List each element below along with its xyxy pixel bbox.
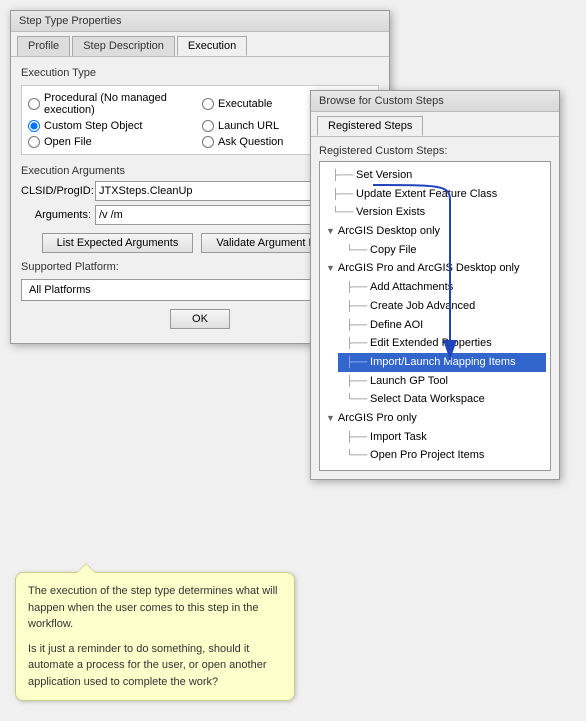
tooltip-text2: Is it just a reminder to do something, s… (28, 641, 282, 691)
group-arcgis-pro-only-label: ArcGIS Pro only (338, 409, 417, 428)
radio-open-file-label: Open File (44, 136, 92, 148)
browse-tab-bar: Registered Steps (311, 112, 559, 137)
radio-executable-label: Executable (218, 98, 272, 110)
tree-item-open-pro[interactable]: └── Open Pro Project Items (338, 446, 546, 465)
tree-item-import-launch[interactable]: ├── Import/Launch Mapping Items (338, 353, 546, 372)
tree-item-add-attachments[interactable]: ├── Add Attachments (338, 278, 546, 297)
browse-dialog: Browse for Custom Steps Registered Steps… (310, 90, 560, 480)
group-arcgis-pro-desktop[interactable]: ▼ ArcGIS Pro and ArcGIS Desktop only (324, 259, 546, 278)
execution-type-label: Execution Type (21, 67, 379, 79)
tree-item-create-job[interactable]: ├── Create Job Advanced (338, 297, 546, 316)
tab-execution[interactable]: Execution (177, 36, 247, 56)
tree-children-pro-desktop: ├── Add Attachments ├── Create Job Advan… (324, 278, 546, 409)
tree-children-desktop: └── Copy File (324, 241, 546, 260)
radio-custom-step[interactable]: Custom Step Object (28, 120, 198, 132)
radio-procedural[interactable]: Procedural (No managed execution) (28, 92, 198, 116)
browse-dialog-title: Browse for Custom Steps (311, 91, 559, 112)
tab-bar: Profile Step Description Execution (11, 32, 389, 57)
tree-children-pro-only: ├── Import Task └── Open Pro Project Ite… (324, 428, 546, 465)
arguments-field-label: Arguments: (21, 209, 91, 221)
browse-content: Registered Custom Steps: ├── Set Version… (311, 137, 559, 479)
radio-ask-question-label: Ask Question (218, 136, 283, 148)
group-arcgis-desktop-label: ArcGIS Desktop only (338, 222, 440, 241)
tab-step-description[interactable]: Step Description (72, 36, 175, 56)
radio-procedural-label: Procedural (No managed execution) (44, 92, 198, 116)
tooltip-text1: The execution of the step type determine… (28, 583, 282, 633)
group-arcgis-pro-desktop-label: ArcGIS Pro and ArcGIS Desktop only (338, 259, 520, 278)
group-arcgis-pro-only[interactable]: ▼ ArcGIS Pro only (324, 409, 546, 428)
registered-label: Registered Custom Steps: (319, 145, 551, 157)
tree-item-import-task[interactable]: ├── Import Task (338, 428, 546, 447)
radio-open-file[interactable]: Open File (28, 136, 198, 148)
clsid-label: CLSID/ProgID: (21, 185, 91, 197)
tree-item-edit-extended[interactable]: ├── Edit Extended Properties (338, 334, 546, 353)
dialog-title: Step Type Properties (11, 11, 389, 32)
radio-launch-url-label: Launch URL (218, 120, 279, 132)
expand-icon3: ▼ (326, 411, 335, 426)
tree-item-set-version[interactable]: ├── Set Version (324, 166, 546, 185)
browse-tab-registered[interactable]: Registered Steps (317, 116, 423, 136)
expand-icon: ▼ (326, 224, 335, 239)
tree-item-select-data[interactable]: └── Select Data Workspace (338, 390, 546, 409)
radio-custom-step-label: Custom Step Object (44, 120, 142, 132)
tree-item-define-aoi[interactable]: ├── Define AOI (338, 316, 546, 335)
ok-button[interactable]: OK (170, 309, 230, 329)
tree-container[interactable]: ├── Set Version ├── Update Extent Featur… (319, 161, 551, 471)
tooltip-balloon: The execution of the step type determine… (15, 572, 295, 701)
group-arcgis-desktop[interactable]: ▼ ArcGIS Desktop only (324, 222, 546, 241)
tree-item-launch-gp[interactable]: ├── Launch GP Tool (338, 372, 546, 391)
expand-icon2: ▼ (326, 261, 335, 276)
tree-item-copy-file[interactable]: └── Copy File (338, 241, 546, 260)
list-expected-button[interactable]: List Expected Arguments (42, 233, 194, 253)
tree-item-update-extent[interactable]: ├── Update Extent Feature Class (324, 185, 546, 204)
tree-item-version-exists[interactable]: └── Version Exists (324, 203, 546, 222)
tab-profile[interactable]: Profile (17, 36, 70, 56)
